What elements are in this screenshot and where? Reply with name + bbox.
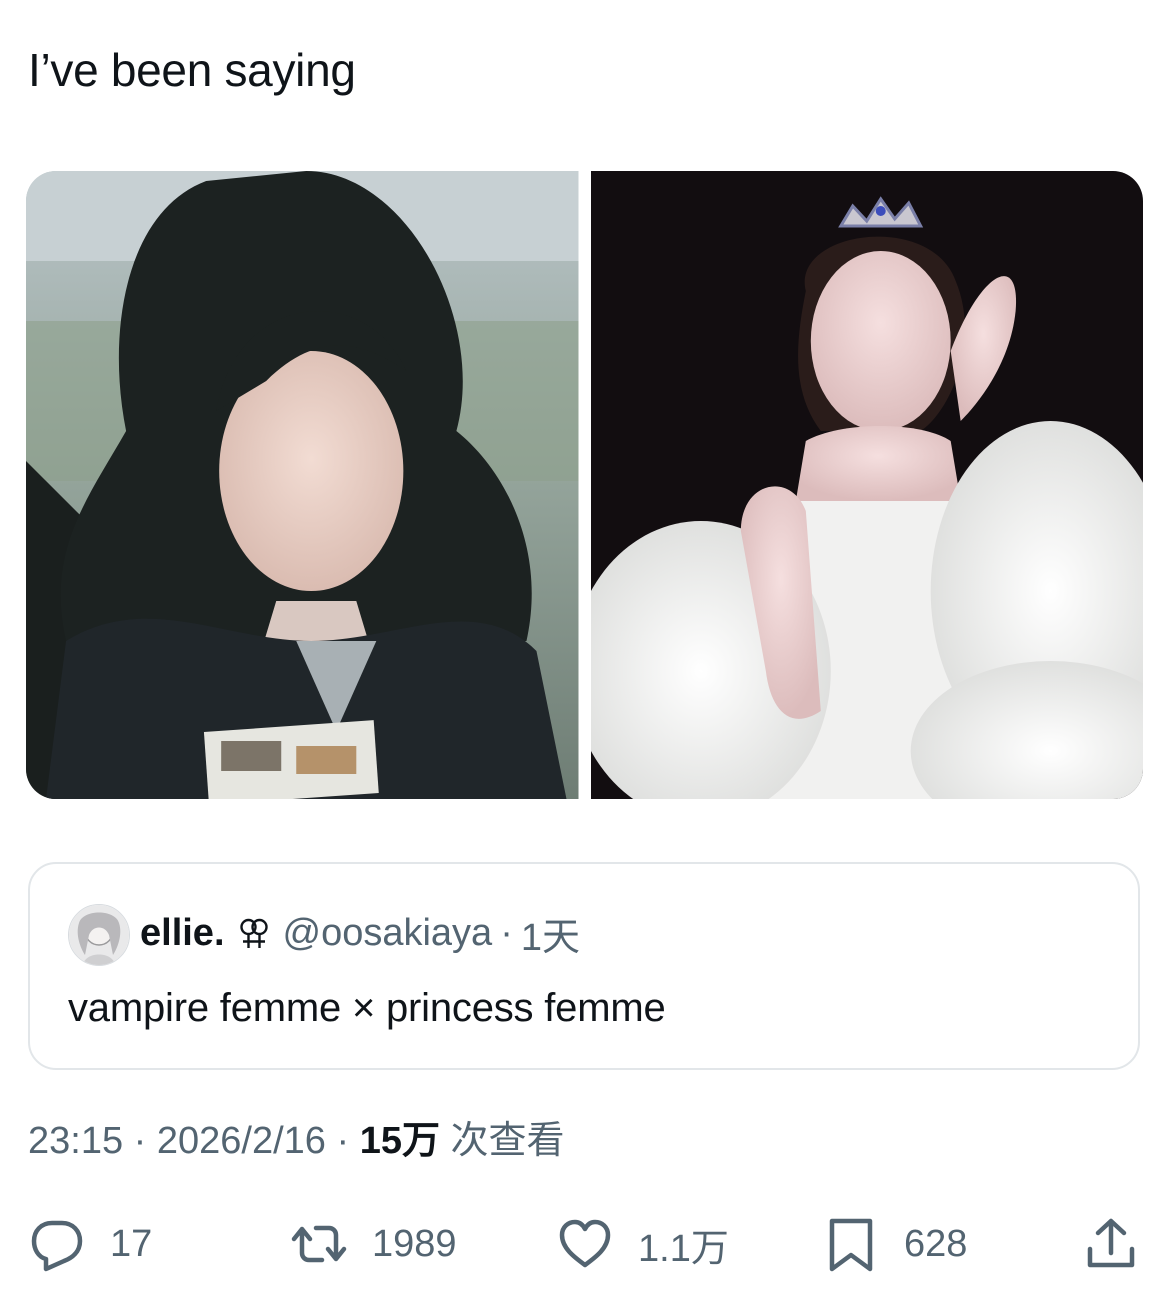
bookmark-count: 628 [904, 1222, 968, 1265]
quote-timestamp[interactable]: 1天 [521, 906, 580, 961]
photo-left[interactable] [26, 171, 579, 799]
reply-count: 17 [110, 1222, 153, 1265]
views-count[interactable]: 15万 [360, 1120, 440, 1162]
like-count: 1.1万 [638, 1227, 729, 1270]
retweet-button[interactable]: 1989 [290, 1212, 457, 1276]
views-label: 次查看 [440, 1120, 565, 1162]
meta-separator: · [123, 1120, 157, 1162]
photo-right[interactable] [590, 171, 1143, 799]
quote-header: ellie. @oosakiaya · 1天 [140, 906, 580, 961]
retweet-count: 1989 [372, 1222, 457, 1265]
quote-separator: · [500, 911, 513, 954]
share-icon [1087, 1218, 1135, 1268]
photo-left-image [26, 171, 579, 799]
photo-right-image [590, 171, 1143, 799]
reply-button[interactable]: 17 [28, 1212, 152, 1276]
meta-separator: · [325, 1120, 360, 1162]
quoted-tweet[interactable]: ellie. @oosakiaya · 1天 vampire femme × p… [28, 862, 1140, 1070]
bookmark-icon [829, 1218, 873, 1272]
avatar-image [69, 905, 129, 965]
action-bar: 17 1989 1.1万 628 [0, 1212, 1170, 1276]
media-grid[interactable] [26, 171, 1143, 799]
retweet-icon [291, 1225, 347, 1263]
reply-icon [31, 1220, 83, 1272]
like-button[interactable]: 1.1万 [556, 1212, 729, 1276]
bookmark-button[interactable]: 628 [822, 1212, 967, 1276]
quote-author-name[interactable]: ellie. [140, 912, 225, 955]
heart-icon [559, 1219, 611, 1268]
tweet-text: I’ve been saying [28, 44, 356, 96]
avatar[interactable] [68, 904, 130, 966]
quote-author-handle[interactable]: @oosakiaya [283, 912, 493, 955]
share-button[interactable] [1082, 1212, 1140, 1276]
tweet-time[interactable]: 23:15 [28, 1120, 123, 1162]
quote-text: vampire femme × princess femme [68, 986, 666, 1030]
tweet-meta: 23:15 · 2026/2/16 · 15万 次查看 [28, 1116, 565, 1166]
tweet-date[interactable]: 2026/2/16 [157, 1120, 326, 1162]
venus-double-icon [239, 918, 268, 948]
